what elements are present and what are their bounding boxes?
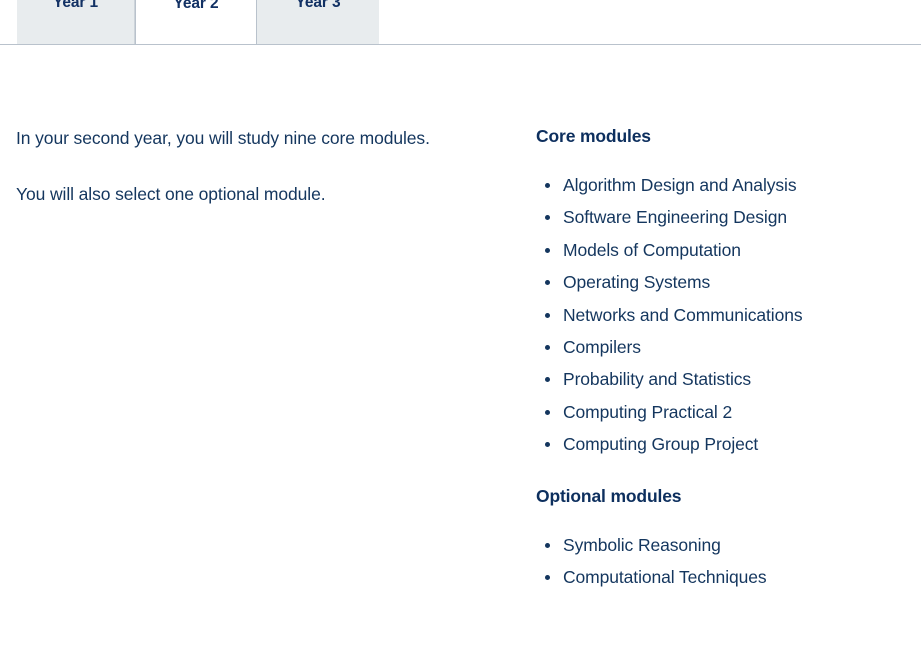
list-item: Computing Practical 2 <box>536 396 906 428</box>
core-modules-heading: Core modules <box>536 126 651 146</box>
year-2-panel: In your second year, you will study nine… <box>0 45 921 665</box>
list-item: Algorithm Design and Analysis <box>536 169 906 201</box>
optional-modules-heading: Optional modules <box>536 485 682 506</box>
list-item: Operating Systems <box>536 266 906 298</box>
tab-year-1-label: Year 1 <box>52 0 99 11</box>
list-item: Computational Techniques <box>536 561 906 593</box>
year-tab-bar: Year 1 Year 2 Year 3 <box>0 0 921 45</box>
list-item: Software Engineering Design <box>536 201 906 233</box>
intro-column: In your second year, you will study nine… <box>16 125 496 207</box>
list-item: Symbolic Reasoning <box>536 529 906 561</box>
list-item: Computing Group Project <box>536 428 906 460</box>
list-item: Probability and Statistics <box>536 363 906 395</box>
list-item: Networks and Communications <box>536 299 906 331</box>
list-item: Compilers <box>536 331 906 363</box>
tab-year-3-label: Year 3 <box>295 0 341 11</box>
tab-year-1[interactable]: Year 1 <box>17 0 135 44</box>
modules-column: Core modules Algorithm Design and Analys… <box>536 125 906 593</box>
intro-paragraph-2: You will also select one optional module… <box>16 184 326 204</box>
core-modules-list: Algorithm Design and Analysis Software E… <box>536 169 906 461</box>
optional-modules-list: Symbolic Reasoning Computational Techniq… <box>536 529 906 594</box>
intro-paragraph-1: In your second year, you will study nine… <box>16 128 430 148</box>
tab-year-2[interactable]: Year 2 <box>135 0 257 44</box>
tab-year-2-label: Year 2 <box>173 0 219 12</box>
tab-year-3[interactable]: Year 3 <box>257 0 379 44</box>
list-item: Models of Computation <box>536 234 906 266</box>
